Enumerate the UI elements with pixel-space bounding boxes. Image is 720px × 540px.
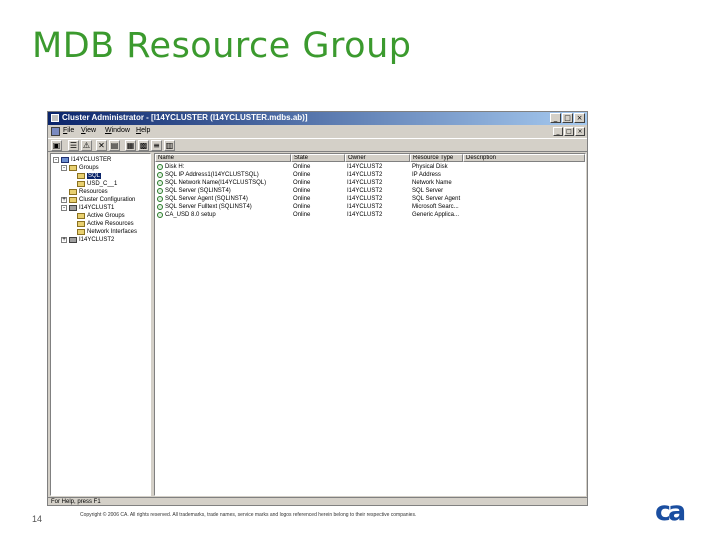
collapse-icon[interactable]: - — [61, 165, 67, 171]
column-header-resource-type[interactable]: Resource Type — [410, 154, 463, 162]
table-row[interactable]: Disk H: Online I14YCLUST2 Physical Disk — [155, 163, 585, 171]
child-restore-button[interactable]: □ — [564, 127, 574, 136]
large-icons-icon[interactable]: ▦ — [125, 140, 136, 151]
table-row[interactable]: SQL Network Name(I14YCLUSTSQL) Online I1… — [155, 179, 585, 187]
copyright-notice: Copyright © 2006 CA. All rights reserved… — [80, 512, 417, 518]
menu-view[interactable]: View — [81, 127, 96, 134]
cluster-tree-pane[interactable]: - I14YCLUSTER - Groups SQL USD_C__1 Reso… — [50, 153, 151, 496]
server-icon — [69, 205, 77, 211]
open-connection-icon[interactable]: ▣ — [51, 140, 62, 151]
tree-node-active-groups[interactable]: Active Groups — [77, 212, 125, 220]
properties-icon[interactable]: ☰ — [68, 140, 79, 151]
child-minimize-button[interactable]: _ — [553, 127, 563, 136]
tree-node-groups[interactable]: - Groups — [61, 164, 99, 172]
resource-icon — [157, 172, 163, 178]
resource-icon — [157, 188, 163, 194]
folder-icon — [77, 181, 85, 187]
folder-icon — [77, 229, 85, 235]
tree-node-active-resources[interactable]: Active Resources — [77, 220, 134, 228]
folder-icon — [69, 165, 77, 171]
collapse-icon[interactable]: - — [61, 205, 67, 211]
details-view-icon[interactable]: ▥ — [164, 140, 175, 151]
folder-icon — [69, 189, 77, 195]
tree-node-resources[interactable]: Resources — [69, 188, 108, 196]
maximize-button[interactable]: □ — [562, 113, 573, 123]
column-header-description[interactable]: Description — [463, 154, 585, 162]
collapse-icon[interactable]: - — [53, 157, 59, 163]
tree-node-sql-group[interactable]: SQL — [77, 172, 102, 180]
warning-icon[interactable]: ⚠ — [81, 140, 92, 151]
tree-node-network-interfaces[interactable]: Network Interfaces — [77, 228, 137, 236]
toolbar: ▣ ☰ ⚠ ✕ ▤ ▦ ▩ ≡ ▥ — [48, 138, 587, 152]
folder-icon — [77, 221, 85, 227]
properties-page-icon[interactable]: ▤ — [109, 140, 120, 151]
resource-icon — [157, 196, 163, 202]
resource-icon — [157, 204, 163, 210]
column-header-state[interactable]: State — [291, 154, 345, 162]
window-titlebar[interactable]: Cluster Administrator - [I14YCLUSTER (I1… — [48, 112, 587, 125]
column-header-name[interactable]: Name — [155, 154, 291, 162]
child-close-button[interactable]: × — [575, 127, 585, 136]
slide-title: MDB Resource Group — [32, 26, 412, 66]
cluster-admin-window: Cluster Administrator - [I14YCLUSTER (I1… — [47, 111, 588, 506]
close-button[interactable]: × — [574, 113, 585, 123]
tree-node-node2[interactable]: + I14YCLUST2 — [61, 236, 114, 244]
expand-icon[interactable]: + — [61, 237, 67, 243]
table-row[interactable]: CA_USD 8.0 setup Online I14YCLUST2 Gener… — [155, 211, 585, 219]
expand-icon[interactable]: + — [61, 197, 67, 203]
small-icons-icon[interactable]: ▩ — [138, 140, 149, 151]
cluster-icon — [61, 157, 69, 163]
list-header: Name State Owner Resource Type Descripti… — [155, 154, 585, 162]
tree-node-usd-group[interactable]: USD_C__1 — [77, 180, 117, 188]
column-header-owner[interactable]: Owner — [345, 154, 410, 162]
menu-file[interactable]: File — [63, 127, 74, 134]
resource-icon — [157, 212, 163, 218]
minimize-button[interactable]: _ — [550, 113, 561, 123]
tree-node-node1[interactable]: - I14YCLUST1 — [61, 204, 114, 212]
page-number: 14 — [32, 514, 43, 524]
tree-node-cluster-configuration[interactable]: + Cluster Configuration — [61, 196, 135, 204]
table-row[interactable]: SQL Server Fulltext (SQLINST4) Online I1… — [155, 203, 585, 211]
ca-logo: ca — [655, 496, 686, 527]
menu-bar: File View Window Help _ □ × — [48, 126, 587, 137]
server-icon — [69, 237, 77, 243]
folder-icon — [77, 213, 85, 219]
delete-icon[interactable]: ✕ — [96, 140, 107, 151]
tree-node-cluster[interactable]: - I14YCLUSTER — [53, 156, 111, 164]
app-icon — [51, 114, 59, 122]
table-row[interactable]: SQL Server (SQLINST4) Online I14YCLUST2 … — [155, 187, 585, 195]
resource-icon — [157, 180, 163, 186]
table-row[interactable]: SQL IP Address1(I14YCLUSTSQL) Online I14… — [155, 171, 585, 179]
status-bar: For Help, press F1 — [48, 497, 587, 506]
window-title: Cluster Administrator - [I14YCLUSTER (I1… — [62, 113, 308, 122]
folder-icon — [69, 197, 77, 203]
menu-help[interactable]: Help — [136, 127, 150, 134]
resource-icon — [157, 164, 163, 170]
resource-list-pane[interactable]: Name State Owner Resource Type Descripti… — [154, 153, 586, 496]
table-row[interactable]: SQL Server Agent (SQLINST4) Online I14YC… — [155, 195, 585, 203]
document-icon[interactable] — [51, 127, 60, 136]
menu-window[interactable]: Window — [105, 127, 130, 134]
list-view-icon[interactable]: ≡ — [151, 140, 162, 151]
folder-icon — [77, 173, 85, 179]
